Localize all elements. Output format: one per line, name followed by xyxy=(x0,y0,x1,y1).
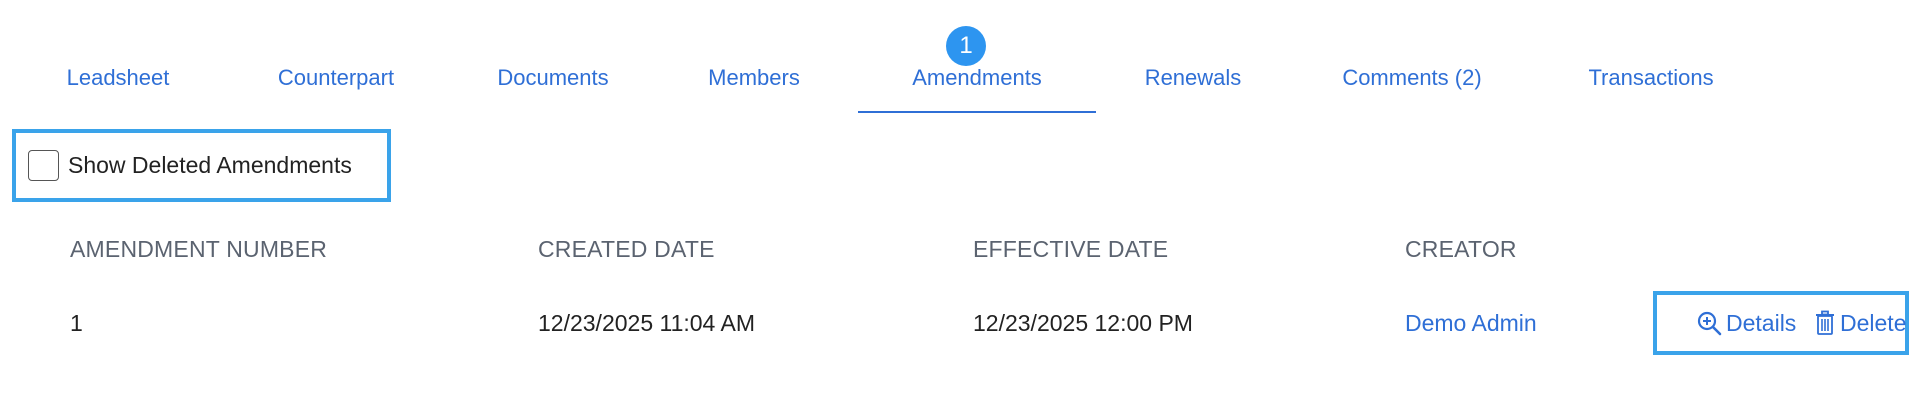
delete-button[interactable]: Delete xyxy=(1814,310,1906,340)
trash-icon xyxy=(1814,310,1836,342)
tab-renewals[interactable]: Renewals xyxy=(1128,63,1258,113)
tab-amendments-label: Amendments xyxy=(912,65,1042,90)
tab-members[interactable]: Members xyxy=(698,63,810,113)
details-label: Details xyxy=(1726,310,1797,336)
active-tab-underline xyxy=(858,111,1096,113)
cell-effective-date: 12/23/2025 12:00 PM xyxy=(973,310,1193,336)
tab-comments[interactable]: Comments (2) xyxy=(1325,63,1499,113)
tab-leadsheet[interactable]: Leadsheet xyxy=(57,63,179,113)
tab-count-badge: 1 xyxy=(946,26,986,66)
zoom-in-icon xyxy=(1696,310,1722,342)
show-deleted-label[interactable]: Show Deleted Amendments xyxy=(68,152,352,179)
delete-label: Delete xyxy=(1840,310,1907,336)
creator-link[interactable]: Demo Admin xyxy=(1405,310,1537,337)
tab-transactions[interactable]: Transactions xyxy=(1569,63,1733,113)
header-effective-date: EFFECTIVE DATE xyxy=(973,236,1169,262)
show-deleted-checkbox[interactable] xyxy=(28,150,59,181)
details-button[interactable]: Details xyxy=(1696,310,1796,340)
header-creator: CREATOR xyxy=(1405,236,1517,262)
tab-counterpart[interactable]: Counterpart xyxy=(265,63,407,113)
tab-bar: Leadsheet Counterpart Documents Members … xyxy=(0,0,1922,115)
cell-created-date: 12/23/2025 11:04 AM xyxy=(538,310,755,336)
tab-documents[interactable]: Documents xyxy=(484,63,622,113)
cell-amendment-number: 1 xyxy=(70,310,83,336)
header-created-date: CREATED DATE xyxy=(538,236,715,262)
tab-amendments[interactable]: Amendments xyxy=(858,63,1096,113)
header-amendment-number: AMENDMENT NUMBER xyxy=(70,236,328,262)
